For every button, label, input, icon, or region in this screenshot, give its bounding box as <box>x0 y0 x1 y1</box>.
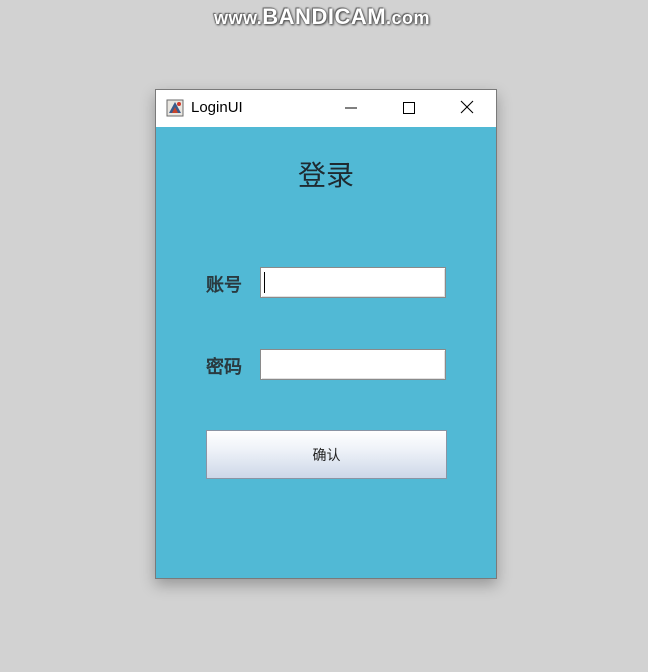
watermark-brand: BANDICAM <box>262 4 387 29</box>
confirm-button[interactable]: 确认 <box>206 430 447 479</box>
watermark-suffix: .com <box>386 8 431 28</box>
close-icon <box>460 99 474 118</box>
java-app-icon <box>166 99 184 117</box>
account-input[interactable] <box>260 267 446 298</box>
password-input[interactable] <box>260 349 446 380</box>
password-label: 密码 <box>206 357 242 378</box>
text-caret <box>264 272 265 293</box>
maximize-icon <box>403 99 415 118</box>
minimize-button[interactable] <box>322 90 380 127</box>
title-bar[interactable]: LoginUI <box>156 90 496 127</box>
close-button[interactable] <box>438 90 496 127</box>
account-label: 账号 <box>206 275 242 296</box>
login-heading: 登录 <box>297 159 354 192</box>
window-title: LoginUI <box>191 99 243 116</box>
bandicam-watermark: www.BANDICAM.com <box>0 4 646 30</box>
login-window: LoginUI 登录 账号 密码 确认 <box>155 89 497 579</box>
maximize-button[interactable] <box>380 90 438 127</box>
watermark-prefix: www. <box>213 8 263 28</box>
minimize-icon <box>345 99 357 118</box>
